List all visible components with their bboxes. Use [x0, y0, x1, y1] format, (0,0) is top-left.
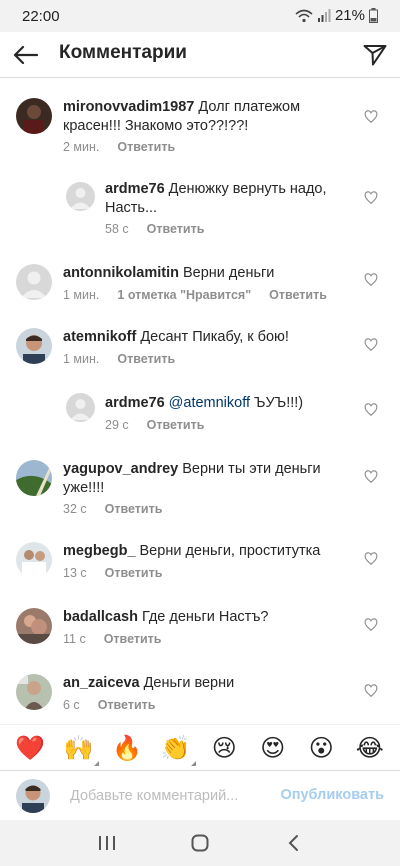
comment-username[interactable]: mironovvadim1987 — [63, 99, 194, 115]
direct-share-button[interactable] — [360, 40, 390, 70]
heart-icon[interactable] — [364, 470, 378, 484]
comment-username[interactable]: yagupov_andrey — [63, 461, 178, 477]
comment-text: Где деньги Настъ? — [141, 609, 269, 625]
comment-time: 1 мин. — [63, 352, 100, 366]
raising-hands-emoji-icon[interactable]: 🙌 — [61, 734, 99, 766]
reply-button[interactable]: Ответить — [98, 698, 156, 712]
comment-time: 29 с — [105, 418, 129, 432]
battery-percent: 21% — [334, 7, 365, 24]
back-nav-button[interactable] — [273, 828, 313, 858]
reply-button[interactable]: Ответить — [104, 632, 162, 646]
likes-count[interactable]: 1 отметка "Нравится" — [117, 288, 251, 302]
avatar[interactable] — [16, 264, 52, 300]
comment-username[interactable]: megbegb_ — [63, 543, 136, 559]
heart-icon[interactable] — [364, 110, 378, 124]
avatar[interactable] — [66, 393, 95, 422]
mention-link[interactable]: @atemnikoff — [169, 395, 250, 411]
comment-text: ЪУЪ!!!) — [254, 395, 304, 411]
fire-emoji-icon[interactable]: 🔥 — [109, 734, 145, 762]
avatar[interactable] — [16, 98, 52, 134]
avatar[interactable] — [16, 328, 52, 364]
home-button[interactable] — [180, 828, 220, 858]
reply-button[interactable]: Ответить — [117, 140, 175, 154]
status-icons: 21% — [295, 7, 378, 24]
back-button[interactable] — [10, 40, 40, 70]
own-avatar — [16, 779, 50, 813]
heart-icon[interactable] — [364, 684, 378, 698]
comment-time: 1 мин. — [63, 288, 100, 302]
comment-username[interactable]: an_zaiceva — [63, 675, 140, 691]
heart-icon[interactable] — [364, 618, 378, 632]
chevron-left-icon — [288, 835, 299, 851]
comment-username[interactable]: badallcash — [63, 609, 138, 625]
heart-emoji-icon[interactable]: ❤️ — [12, 734, 48, 762]
comment-text: Верни деньги — [183, 265, 275, 281]
comment-time: 13 с — [63, 566, 87, 580]
heart-eyes-emoji-icon[interactable]: 😍 — [255, 734, 291, 762]
reply-button[interactable]: Ответить — [269, 288, 327, 302]
emoji-reaction-bar: ❤️ 🙌 🔥 👏 😢 😍 😮 😂 — [0, 724, 400, 770]
avatar[interactable] — [66, 182, 95, 211]
comment-text: Деньги верни — [143, 675, 235, 691]
avatar[interactable] — [16, 460, 52, 496]
crying-emoji-icon[interactable]: 😢 — [206, 734, 242, 762]
recent-apps-icon — [98, 836, 115, 850]
heart-icon[interactable] — [364, 338, 378, 352]
comment-time: 11 с — [63, 632, 86, 646]
comment-username[interactable]: atemnikoff — [63, 329, 136, 345]
reply-button[interactable]: Ответить — [147, 418, 205, 432]
comment-composer: Опубликовать — [0, 770, 400, 820]
avatar[interactable] — [16, 542, 52, 578]
publish-button[interactable]: Опубликовать — [280, 787, 384, 803]
comment-username[interactable]: ardme76 — [105, 181, 165, 197]
system-nav-bar — [0, 820, 400, 866]
battery-icon — [369, 8, 378, 23]
heart-icon[interactable] — [364, 552, 378, 566]
reply-button[interactable]: Ответить — [147, 222, 205, 236]
reply-button[interactable]: Ответить — [105, 566, 163, 580]
avatar[interactable] — [16, 674, 52, 710]
arrow-left-icon — [13, 45, 38, 65]
avatar[interactable] — [16, 608, 52, 644]
comment-text: Десант Пикабу, к бою! — [140, 329, 289, 345]
comment-time: 2 мин. — [63, 140, 100, 154]
page-title: Комментарии — [59, 42, 187, 63]
wifi-icon — [295, 9, 313, 22]
status-bar: 22:00 21% — [0, 0, 400, 32]
comment-input[interactable] — [70, 783, 270, 809]
comment-time: 6 с — [63, 698, 80, 712]
comment-username[interactable]: ardme76 — [105, 395, 165, 411]
home-icon — [191, 834, 209, 852]
comment-list: mironovvadim1987 Долг платежом красен!!! … — [0, 78, 400, 720]
recent-apps-button[interactable] — [87, 828, 127, 858]
heart-icon[interactable] — [364, 191, 378, 205]
comment-text: Верни деньги, проститутка — [139, 543, 321, 559]
signal-icon — [317, 8, 331, 22]
top-app-bar: Комментарии — [0, 32, 400, 78]
clapping-emoji-icon[interactable]: 👏 — [158, 734, 196, 766]
tears-of-joy-emoji-icon[interactable]: 😂 — [352, 734, 388, 762]
surprised-emoji-icon[interactable]: 😮 — [303, 734, 339, 762]
comment-time: 32 с — [63, 502, 87, 516]
send-icon — [363, 45, 387, 66]
status-time: 22:00 — [22, 8, 60, 25]
heart-icon[interactable] — [364, 403, 378, 417]
reply-button[interactable]: Ответить — [117, 352, 175, 366]
comment-time: 58 с — [105, 222, 129, 236]
reply-button[interactable]: Ответить — [105, 502, 163, 516]
comment-username[interactable]: antonnikolamitin — [63, 265, 179, 281]
heart-icon[interactable] — [364, 273, 378, 287]
